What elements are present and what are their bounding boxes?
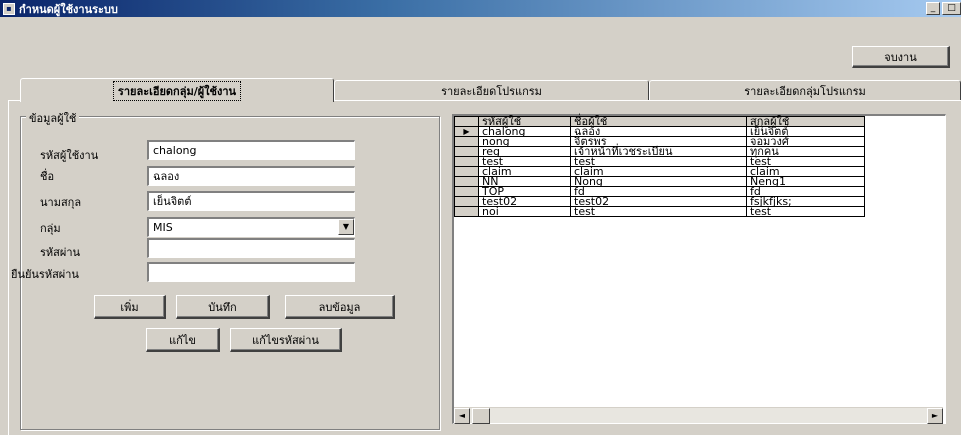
table-cell[interactable]: Nong: [570, 176, 747, 187]
table-cell[interactable]: เจ้าหน้าที่เวชระเบียน: [570, 146, 747, 157]
close-button[interactable]: □: [942, 2, 961, 15]
lastname-field[interactable]: เย็นจิตต์: [147, 191, 355, 211]
scroll-left-icon[interactable]: ◄: [454, 408, 470, 424]
tab-group-user-details[interactable]: รายละเอียดกลุ่ม/ผู้ใช้งาน: [20, 78, 334, 102]
title-bar: ▪ กำหนดผู้ใช้งานระบบ _ □: [0, 0, 961, 17]
row-header[interactable]: [454, 196, 479, 207]
scroll-thumb[interactable]: [472, 408, 490, 424]
group-select[interactable]: MIS ▼: [147, 217, 355, 237]
group-select-value: MIS: [153, 221, 173, 234]
table-row[interactable]: reg เจ้าหน้าที่เวชระเบียน ทุกคน: [454, 146, 865, 157]
table-row[interactable]: test test test: [454, 156, 865, 167]
window-title: กำหนดผู้ใช้งานระบบ: [19, 2, 118, 16]
row-header[interactable]: [454, 206, 479, 217]
row-header[interactable]: [454, 156, 479, 167]
group-label: กลุ่ม: [40, 222, 61, 235]
confirm-password-field[interactable]: [147, 262, 355, 282]
firstname-field[interactable]: ฉลอง: [147, 166, 355, 186]
table-row[interactable]: test02 test02 fsjkfjks;: [454, 196, 865, 207]
table-row[interactable]: noi test test: [454, 206, 865, 217]
username-field[interactable]: chalong: [147, 140, 355, 160]
tab-program-group-details[interactable]: รายละเอียดกลุ่มโปรแกรม: [649, 80, 961, 101]
row-header[interactable]: [454, 136, 479, 147]
app-window: ▪ กำหนดผู้ใช้งานระบบ _ □ จบงาน รายละเอีย…: [0, 0, 961, 435]
edit-button[interactable]: แก้ไข: [146, 328, 220, 352]
row-header[interactable]: [454, 186, 479, 197]
tab-label: รายละเอียดกลุ่มโปรแกรม: [744, 85, 866, 98]
firstname-label: ชื่อ: [40, 170, 55, 183]
row-header[interactable]: [454, 176, 479, 187]
row-header[interactable]: [454, 146, 479, 157]
tab-program-details[interactable]: รายละเอียดโปรแกรม: [334, 80, 649, 101]
password-field[interactable]: [147, 238, 355, 258]
current-row-indicator-icon[interactable]: ▶: [454, 126, 479, 137]
table-cell[interactable]: test: [746, 206, 865, 217]
tab-label: รายละเอียดโปรแกรม: [441, 85, 542, 98]
table-cell[interactable]: Neng1: [746, 176, 865, 187]
save-button[interactable]: บันทึก: [176, 295, 270, 319]
row-header[interactable]: [454, 166, 479, 177]
scroll-right-icon[interactable]: ►: [927, 408, 943, 424]
edit-password-button[interactable]: แก้ไขรหัสผ่าน: [230, 328, 342, 352]
lastname-label: นามสกุล: [40, 196, 82, 209]
app-window-icon: ▪: [3, 2, 15, 15]
table-row[interactable]: ▶ chalong ฉลอง เย็นจิตต์: [454, 126, 865, 137]
password-label: รหัสผ่าน: [40, 246, 81, 259]
tab-label: รายละเอียดกลุ่ม/ผู้ใช้งาน: [112, 80, 242, 101]
users-table: รหัสผู้ใช้ ชื่อผู้ใช้ สกุลผู้ใช้ ▶ chalon…: [454, 116, 865, 217]
table-row[interactable]: NN Nong Neng1: [454, 176, 865, 187]
table-cell[interactable]: noi: [478, 206, 571, 217]
table-cell[interactable]: test02: [570, 196, 747, 207]
user-info-group-title: ข้อมูลผู้ใช้: [26, 109, 80, 127]
minimize-button[interactable]: _: [926, 2, 940, 15]
username-label: รหัสผู้ใช้งาน: [40, 149, 99, 162]
horizontal-scrollbar[interactable]: ◄ ►: [454, 407, 943, 424]
chevron-down-icon[interactable]: ▼: [338, 219, 354, 235]
delete-button[interactable]: ลบข้อมูล: [285, 295, 395, 319]
add-button[interactable]: เพิ่ม: [94, 295, 166, 319]
row-header-corner: [454, 116, 479, 127]
users-datagrid[interactable]: รหัสผู้ใช้ ชื่อผู้ใช้ สกุลผู้ใช้ ▶ chalon…: [452, 114, 946, 424]
confirm-password-label: ยืนยันรหัสผ่าน: [11, 268, 79, 281]
exit-button[interactable]: จบงาน: [852, 46, 950, 68]
table-row[interactable]: claim claim claim: [454, 166, 865, 177]
table-cell[interactable]: test: [570, 206, 747, 217]
